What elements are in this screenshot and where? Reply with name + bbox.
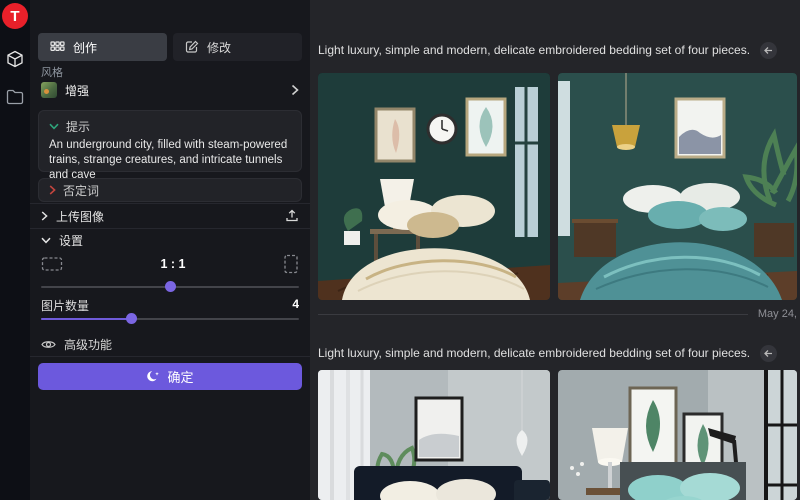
confirm-label: 确定 (167, 367, 193, 386)
divider (318, 314, 748, 315)
generation-caption-row: Light luxury, simple and modern, delicat… (318, 344, 800, 362)
upload-image-row[interactable]: 上传图像 (30, 203, 310, 229)
advanced-features-row[interactable]: 高级功能 (41, 336, 112, 353)
image-row (318, 370, 797, 500)
portrait-ratio-icon[interactable] (283, 254, 299, 274)
advanced-label: 高级功能 (64, 336, 112, 353)
upload-icon[interactable] (285, 209, 299, 223)
negative-words-box[interactable]: 否定词 (38, 178, 302, 202)
crescent-icon (146, 370, 160, 384)
prompt-label: 提示 (66, 118, 90, 135)
image-count-row: 图片数量 4 (41, 297, 299, 314)
date-divider-row: May 24, (318, 308, 797, 320)
style-section-label: 风格 (41, 64, 63, 80)
generation-panel: 创作 修改 风格 增强 提示 An underground city, fill… (30, 0, 310, 500)
tab-create[interactable]: 创作 (38, 33, 167, 61)
eye-icon (41, 339, 56, 350)
slider-thumb[interactable] (126, 313, 137, 324)
prompt-input[interactable]: An underground city, filled with steam-p… (39, 138, 301, 183)
image-count-value: 4 (292, 297, 299, 314)
generation-caption-row: Light luxury, simple and modern, delicat… (318, 41, 800, 59)
style-selector[interactable]: 增强 (41, 80, 299, 100)
generation-caption: Light luxury, simple and modern, delicat… (318, 346, 750, 360)
left-rail: T (0, 0, 30, 500)
slider-thumb[interactable] (165, 281, 176, 292)
results-area: Light luxury, simple and modern, delicat… (310, 0, 800, 500)
generated-image[interactable] (318, 370, 550, 500)
confirm-button[interactable]: 确定 (38, 363, 302, 390)
generated-image[interactable] (558, 73, 797, 300)
chevron-right-icon (41, 211, 48, 221)
edit-icon (185, 40, 199, 54)
tab-create-label: 创作 (73, 39, 97, 56)
grid-icon (50, 41, 65, 54)
aspect-ratio-value: 1 : 1 (63, 257, 283, 271)
negative-label: 否定词 (63, 182, 99, 199)
aspect-ratio-slider[interactable] (41, 281, 299, 293)
generated-image[interactable] (558, 370, 797, 500)
mode-tabs: 创作 修改 (38, 33, 302, 61)
tab-modify[interactable]: 修改 (173, 33, 302, 61)
chevron-right-icon (291, 84, 299, 96)
avatar[interactable]: T (2, 3, 28, 29)
divider (30, 356, 310, 357)
date-label: May 24, (758, 308, 797, 320)
settings-label: 设置 (59, 232, 83, 249)
image-row (318, 73, 797, 300)
chevron-down-icon[interactable] (49, 123, 59, 130)
folder-icon[interactable] (0, 82, 30, 112)
generation-caption: Light luxury, simple and modern, delicat… (318, 43, 750, 57)
prompt-box[interactable]: 提示 An underground city, filled with stea… (38, 110, 302, 172)
landscape-ratio-icon[interactable] (41, 256, 63, 272)
generated-image[interactable] (318, 73, 550, 300)
style-thumbnail (41, 82, 57, 98)
upload-label: 上传图像 (56, 208, 104, 225)
image-count-label: 图片数量 (41, 297, 89, 314)
reuse-prompt-icon[interactable] (760, 42, 777, 59)
chevron-right-icon[interactable] (49, 185, 56, 195)
settings-section[interactable]: 设置 (41, 232, 83, 249)
chevron-down-icon (41, 237, 51, 244)
aspect-ratio-row: 1 : 1 (41, 252, 299, 276)
tab-modify-label: 修改 (207, 39, 231, 56)
cube-icon[interactable] (0, 44, 30, 74)
style-value: 增强 (65, 82, 283, 99)
reuse-prompt-icon[interactable] (760, 345, 777, 362)
image-count-slider[interactable] (41, 313, 299, 325)
